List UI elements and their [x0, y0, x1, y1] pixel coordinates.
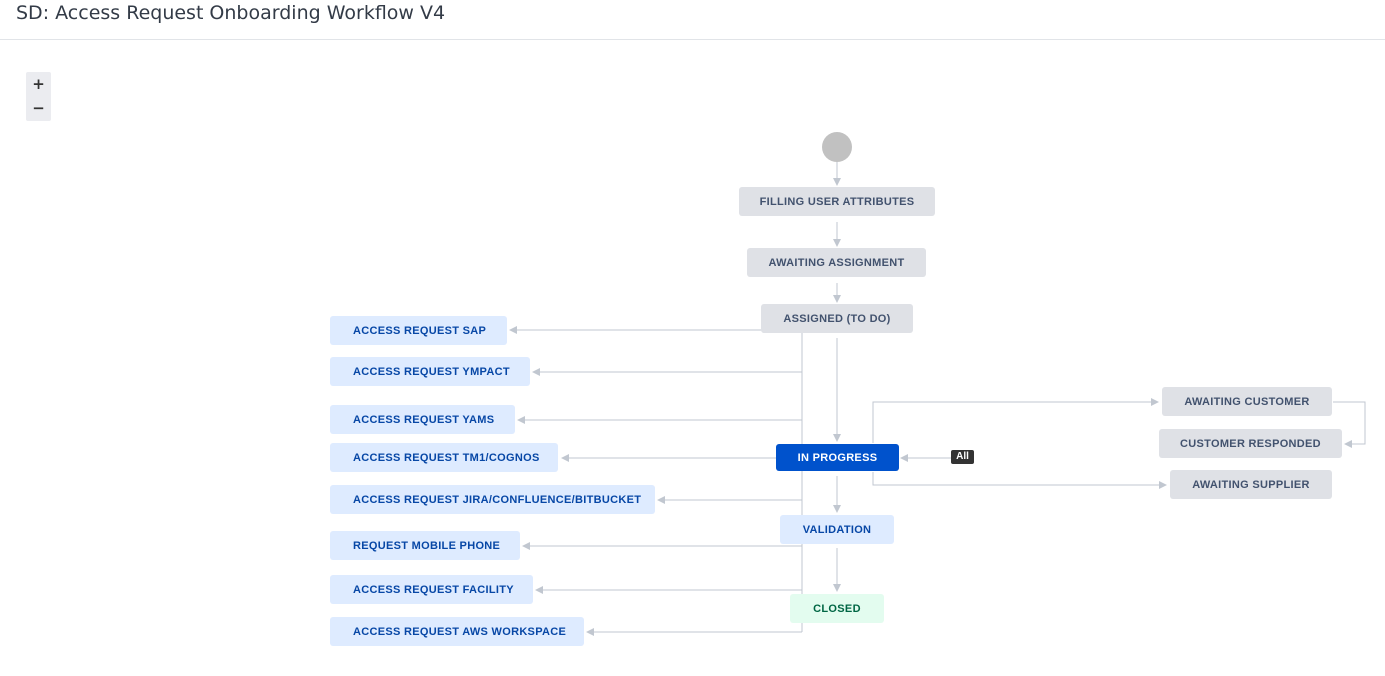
status-closed[interactable]: CLOSED: [790, 594, 884, 623]
status-awaiting-customer[interactable]: AWAITING CUSTOMER: [1162, 387, 1332, 416]
workflow-transitions: [509, 162, 1366, 636]
global-transition-all-badge[interactable]: All: [951, 450, 974, 464]
status-access-request-facility[interactable]: ACCESS REQUEST FACILITY: [330, 575, 533, 604]
status-access-request-aws-workspace[interactable]: ACCESS REQUEST AWS WORKSPACE: [330, 617, 584, 646]
status-access-request-yams[interactable]: ACCESS REQUEST YAMS: [330, 405, 515, 434]
transition-to-awaiting-customer: [872, 398, 1159, 443]
status-access-request-ympact[interactable]: ACCESS REQUEST YMPACT: [330, 357, 530, 386]
status-customer-responded[interactable]: CUSTOMER RESPONDED: [1159, 429, 1342, 458]
status-request-mobile-phone[interactable]: REQUEST MOBILE PHONE: [330, 531, 520, 560]
status-awaiting-assignment[interactable]: AWAITING ASSIGNMENT: [747, 248, 926, 277]
status-validation[interactable]: VALIDATION: [780, 515, 894, 544]
transition-to-awaiting-supplier: [872, 472, 1167, 489]
status-access-request-sap[interactable]: ACCESS REQUEST SAP: [330, 316, 507, 345]
status-assigned-to-do[interactable]: ASSIGNED (TO DO): [761, 304, 913, 333]
status-awaiting-supplier[interactable]: AWAITING SUPPLIER: [1170, 470, 1332, 499]
status-filling-user-attributes[interactable]: FILLING USER ATTRIBUTES: [739, 187, 935, 216]
status-in-progress[interactable]: IN PROGRESS: [776, 444, 899, 471]
status-access-request-jira-confluence-bitbucket[interactable]: ACCESS REQUEST JIRA/CONFLUENCE/BITBUCKET: [330, 485, 655, 514]
start-node: [822, 132, 852, 162]
status-access-request-tm1-cognos[interactable]: ACCESS REQUEST TM1/COGNOS: [330, 443, 558, 472]
